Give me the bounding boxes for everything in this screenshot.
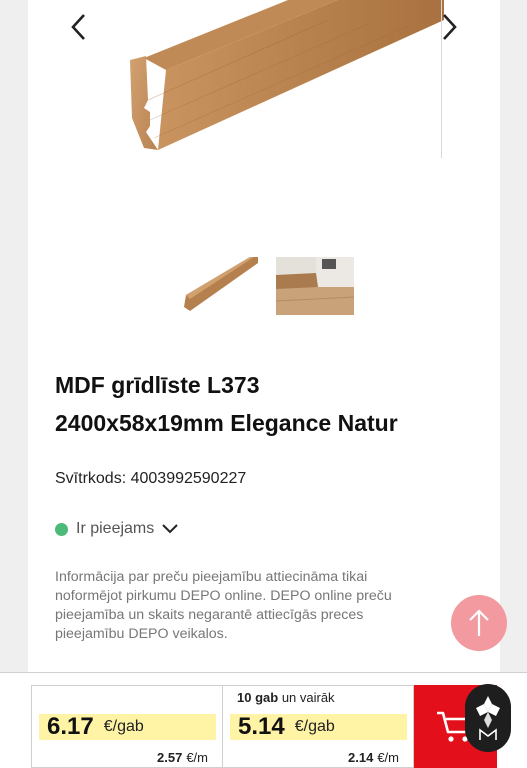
unit-price-value: 6.17 bbox=[47, 713, 94, 740]
product-main-image[interactable] bbox=[88, 0, 444, 160]
thumbnail-strip bbox=[180, 257, 354, 315]
availability-text: Ir pieejams bbox=[76, 520, 155, 537]
chevron-left-icon bbox=[71, 14, 85, 40]
bulk-price-per-meter: 2.14 €/m bbox=[348, 750, 399, 765]
unit-price-box[interactable]: 6.17 €/gab 2.57 €/m bbox=[31, 685, 223, 768]
barcode-label: Svītrkods: bbox=[55, 470, 127, 487]
thumbnail-1[interactable] bbox=[180, 257, 258, 315]
chevron-right-icon bbox=[443, 14, 457, 40]
product-card: MDF grīdlīste L373 2400x58x19mm Elegance… bbox=[28, 0, 500, 768]
bulk-price-box[interactable]: 10 gab un vairāk 5.14 €/gab 2.14 €/m bbox=[222, 685, 414, 768]
availability-toggle[interactable]: Ir pieejams bbox=[55, 520, 178, 538]
unit-price-per-meter-unit: €/m bbox=[186, 750, 208, 765]
product-gallery bbox=[28, 0, 500, 230]
bulk-tier-suffix: un vairāk bbox=[281, 690, 335, 705]
product-title-line2: 2400x58x19mm Elegance Natur bbox=[55, 410, 398, 436]
logo-badge[interactable] bbox=[465, 684, 511, 752]
bulk-tier-label: 10 gab un vairāk bbox=[237, 690, 335, 705]
gallery-prev-button[interactable] bbox=[62, 10, 96, 44]
unit-price-per-meter: 2.57 €/m bbox=[157, 750, 208, 765]
unit-price-unit: €/gab bbox=[103, 718, 144, 735]
gallery-next-button[interactable] bbox=[432, 10, 466, 44]
availability-notice: Informācija par preču pieejamību attieci… bbox=[55, 569, 392, 642]
availability-status-dot bbox=[55, 522, 68, 536]
bulk-price-value: 5.14 bbox=[238, 713, 285, 740]
price-bar: 6.17 €/gab 2.57 €/m 10 gab un vairāk 5.14… bbox=[0, 672, 527, 768]
scroll-to-top-button[interactable] bbox=[451, 595, 507, 651]
unit-price-highlight: 6.17 €/gab bbox=[39, 713, 216, 740]
logo-icon bbox=[476, 696, 500, 740]
bulk-price-unit: €/gab bbox=[294, 718, 335, 735]
arrow-up-icon bbox=[469, 609, 489, 636]
bulk-price-per-meter-value: 2.14 bbox=[348, 750, 374, 765]
bulk-price-highlight: 5.14 €/gab bbox=[230, 713, 407, 740]
chevron-down-icon bbox=[162, 524, 178, 534]
barcode-value: 4003992590227 bbox=[130, 470, 247, 487]
unit-price-per-meter-value: 2.57 bbox=[157, 750, 183, 765]
product-title: MDF grīdlīste L373 2400x58x19mm Elegance… bbox=[55, 366, 475, 442]
thumbnail-2[interactable] bbox=[276, 257, 354, 315]
product-title-line1: MDF grīdlīste L373 bbox=[55, 372, 260, 398]
bulk-tier-qty: 10 gab bbox=[237, 690, 279, 705]
barcode-row: Svītrkods: 4003992590227 bbox=[55, 470, 246, 488]
bulk-price-per-meter-unit: €/m bbox=[377, 750, 399, 765]
